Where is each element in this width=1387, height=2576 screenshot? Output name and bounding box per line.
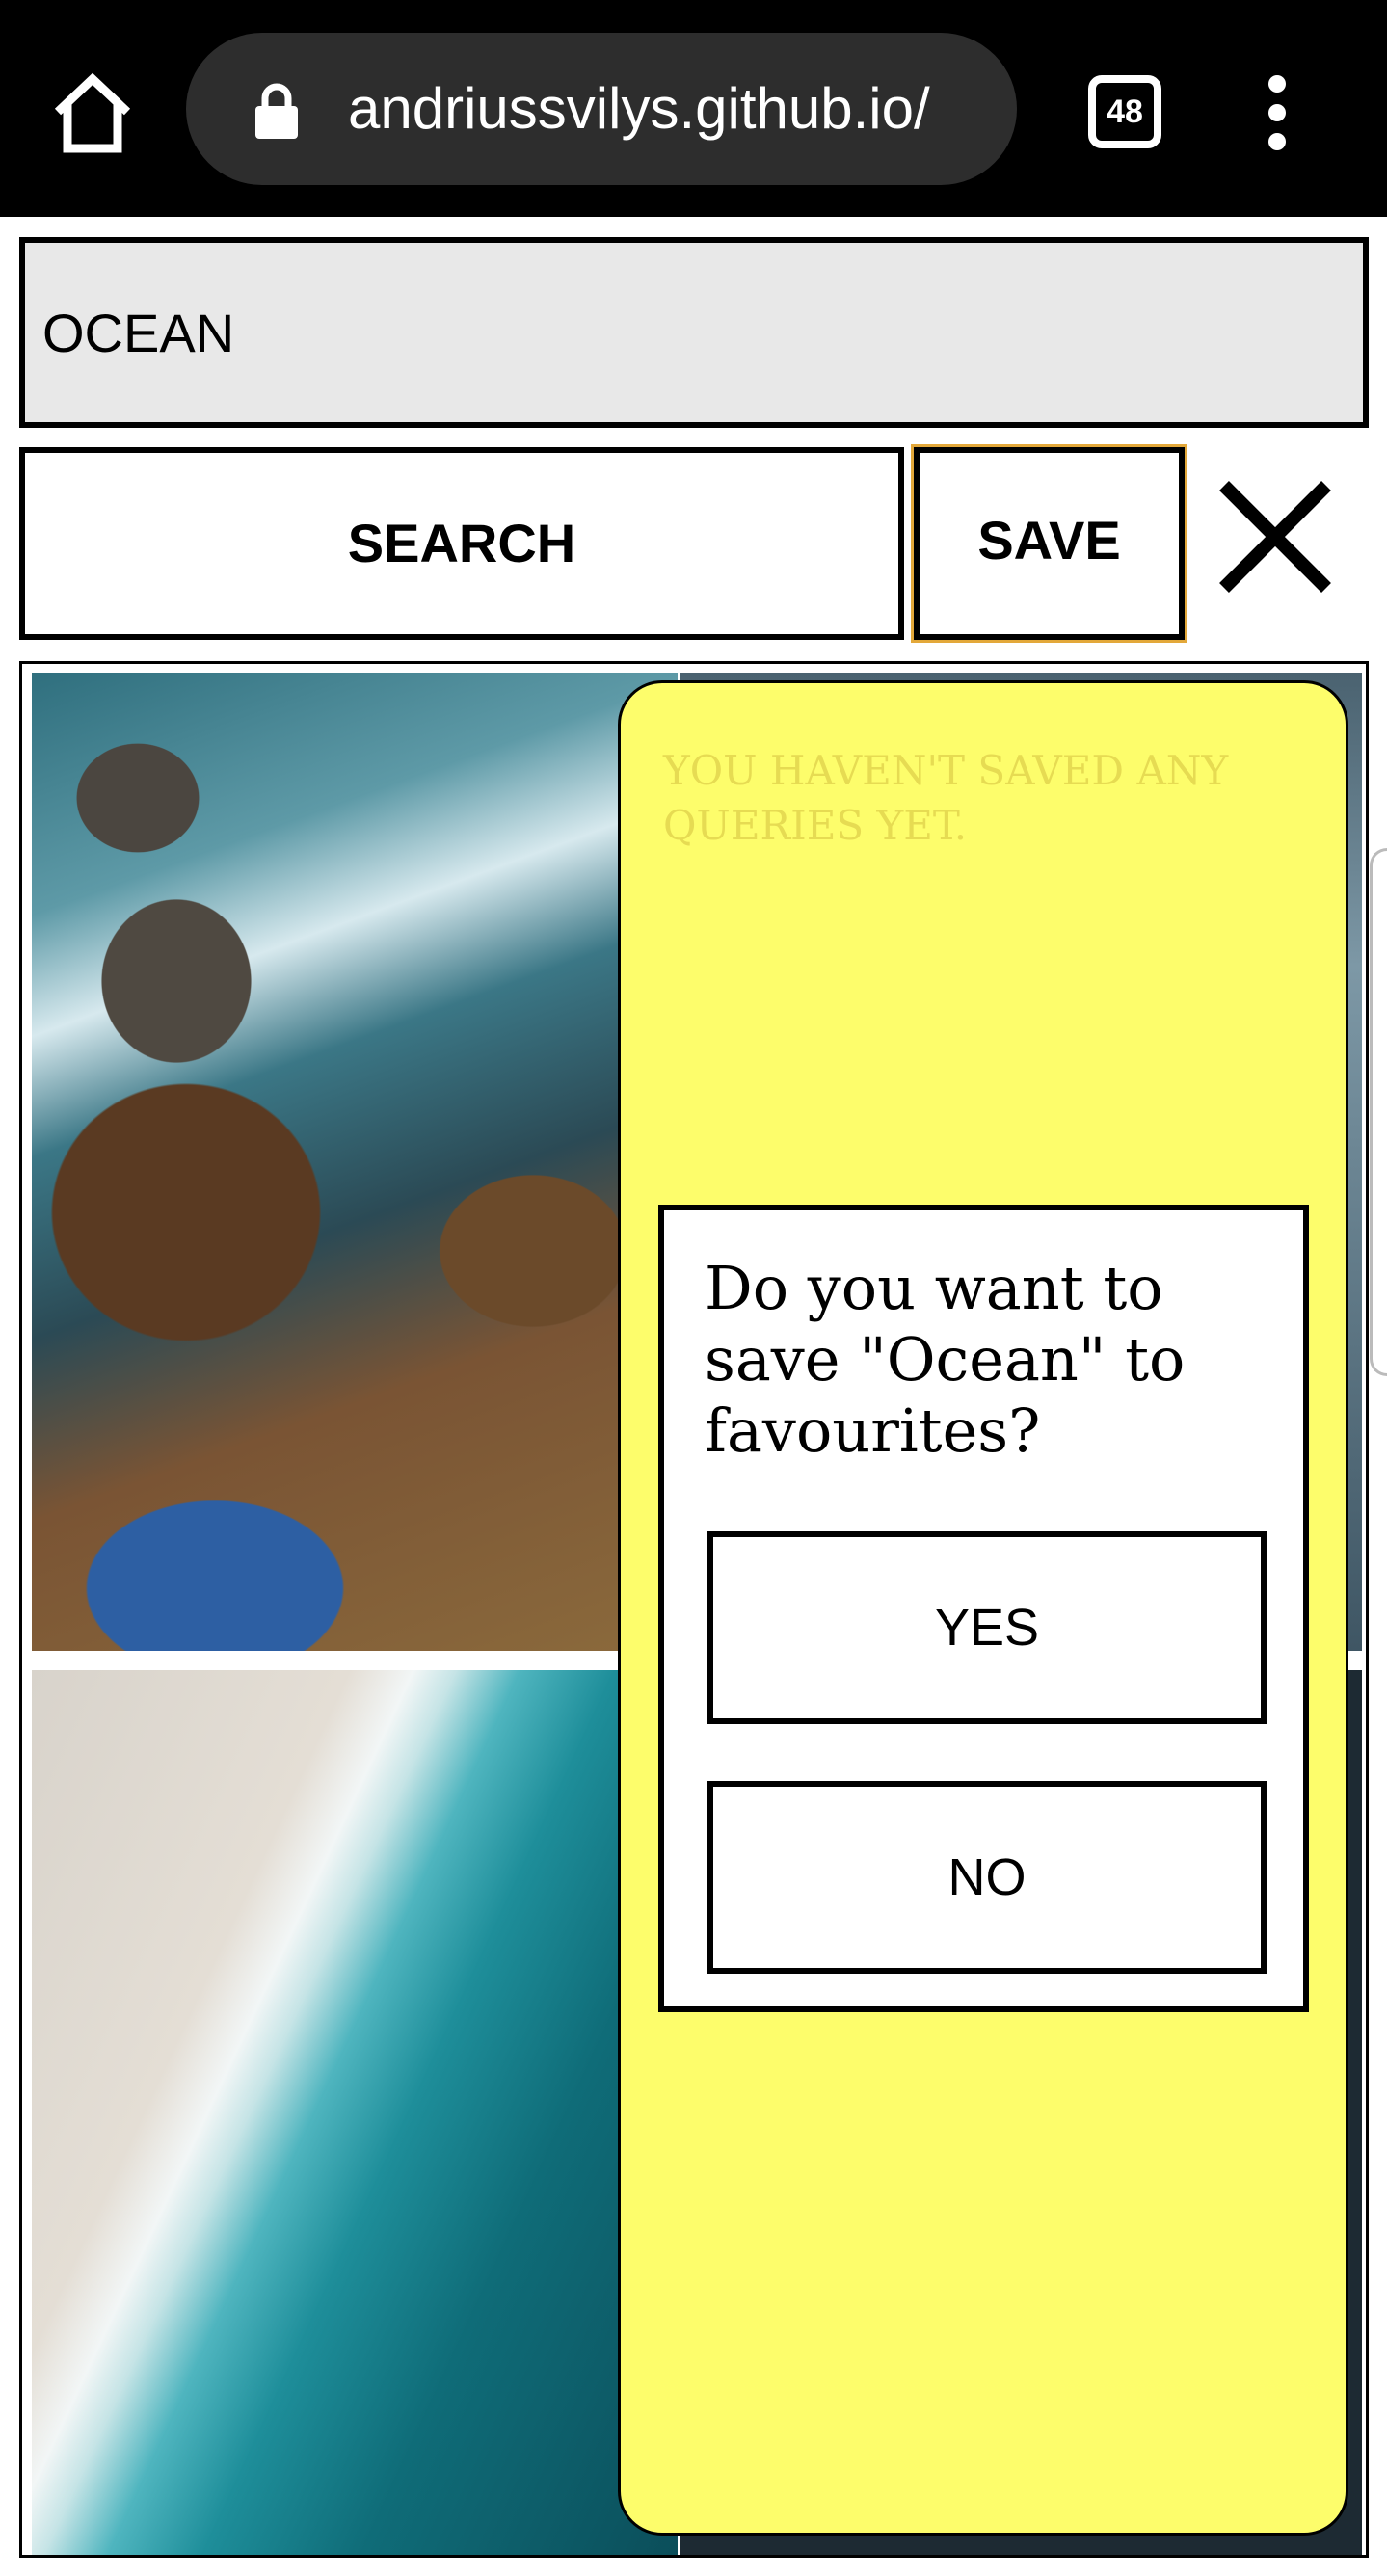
- address-bar[interactable]: andriussvilys.github.io/: [186, 33, 1017, 185]
- save-confirm-dialog: Do you want to save "Ocean" to favourite…: [658, 1205, 1309, 2012]
- tab-switcher-button[interactable]: 48: [1088, 75, 1161, 148]
- search-input[interactable]: [19, 237, 1369, 428]
- no-button[interactable]: NO: [707, 1781, 1267, 1974]
- dialog-question: Do you want to save "Ocean" to favourite…: [705, 1253, 1186, 1466]
- url-text: andriussvilys.github.io/: [348, 76, 930, 141]
- browser-toolbar: andriussvilys.github.io/ 48: [0, 0, 1387, 217]
- gallery-image[interactable]: [32, 673, 678, 1651]
- favourites-empty-message: YOU HAVEN'T SAVED ANY QUERIES YET.: [663, 747, 1229, 849]
- home-icon[interactable]: [48, 69, 137, 156]
- close-icon[interactable]: [1216, 480, 1334, 594]
- gallery-image[interactable]: [32, 1670, 678, 2555]
- search-button[interactable]: SEARCH: [19, 447, 904, 640]
- more-vert-icon[interactable]: [1263, 75, 1292, 150]
- lock-icon: [253, 83, 300, 139]
- save-button[interactable]: SAVE: [911, 444, 1187, 643]
- yes-button[interactable]: YES: [707, 1531, 1267, 1724]
- side-panel-edge: [1370, 848, 1387, 1376]
